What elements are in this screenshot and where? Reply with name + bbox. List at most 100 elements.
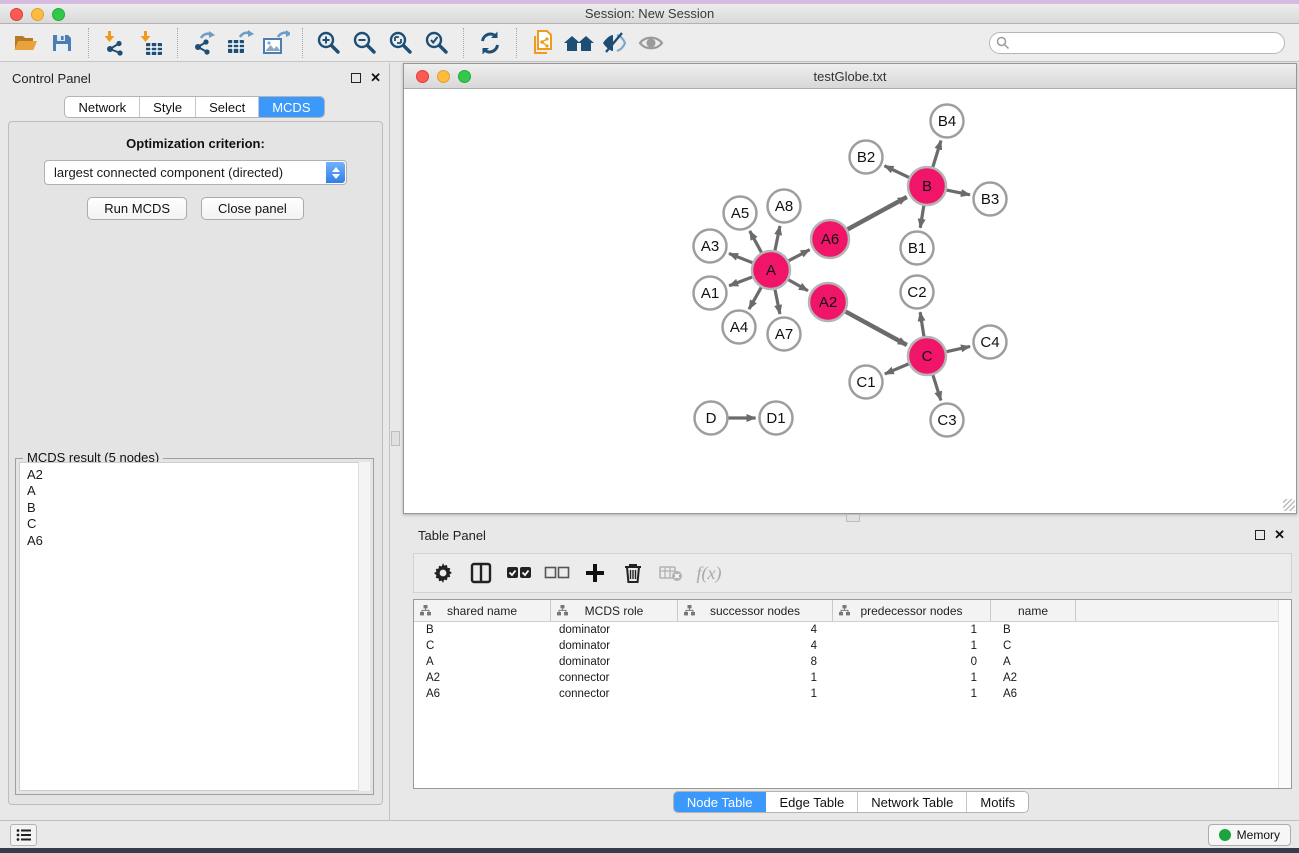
tab-motifs[interactable]: Motifs xyxy=(967,792,1028,812)
mcds-result-list[interactable]: A2ABCA6 xyxy=(19,462,370,791)
select-all-icon[interactable] xyxy=(502,558,536,588)
result-item[interactable]: A xyxy=(27,483,369,499)
zoom-selected-icon[interactable] xyxy=(419,27,455,59)
node-C3[interactable]: C3 xyxy=(931,404,964,437)
deselect-all-icon[interactable] xyxy=(540,558,574,588)
result-item[interactable]: C xyxy=(27,516,369,532)
delete-table-icon[interactable] xyxy=(654,558,688,588)
export-image-icon[interactable] xyxy=(258,27,294,59)
edge-A-A5[interactable] xyxy=(750,231,762,252)
column-header-shared-name[interactable]: shared name xyxy=(414,600,551,621)
close-window-button[interactable] xyxy=(10,8,23,21)
tab-edge-table[interactable]: Edge Table xyxy=(766,792,858,812)
tab-node-table[interactable]: Node Table xyxy=(674,792,767,812)
minimize-network-button[interactable] xyxy=(437,70,450,83)
node-B3[interactable]: B3 xyxy=(974,183,1007,216)
table-row[interactable]: Adominator80A xyxy=(414,654,1291,670)
node-A2[interactable]: A2 xyxy=(809,283,847,321)
tab-select[interactable]: Select xyxy=(196,97,259,117)
export-network-icon[interactable] xyxy=(186,27,222,59)
tab-network-table[interactable]: Network Table xyxy=(858,792,967,812)
edge-A-A7[interactable] xyxy=(775,290,780,314)
save-session-icon[interactable] xyxy=(44,27,80,59)
result-item[interactable]: A6 xyxy=(27,533,369,549)
node-B1[interactable]: B1 xyxy=(901,232,934,265)
node-B4[interactable]: B4 xyxy=(931,105,964,138)
close-network-button[interactable] xyxy=(416,70,429,83)
result-item[interactable]: A2 xyxy=(27,467,369,483)
node-C2[interactable]: C2 xyxy=(901,276,934,309)
edge-C-C3[interactable] xyxy=(933,375,941,400)
zoom-window-button[interactable] xyxy=(52,8,65,21)
edge-A6-B[interactable] xyxy=(848,197,907,229)
edge-B-B2[interactable] xyxy=(885,166,909,178)
eye-icon[interactable] xyxy=(633,27,669,59)
result-item[interactable]: B xyxy=(27,500,369,516)
eye-slash-icon[interactable] xyxy=(597,27,633,59)
edge-C-C2[interactable] xyxy=(920,312,924,336)
node-C4[interactable]: C4 xyxy=(974,326,1007,359)
table-row[interactable]: Bdominator41B xyxy=(414,622,1291,638)
edge-C-C1[interactable] xyxy=(885,364,909,374)
add-column-icon[interactable] xyxy=(578,558,612,588)
node-A6[interactable]: A6 xyxy=(811,220,849,258)
table-row[interactable]: A6connector11A6 xyxy=(414,686,1291,702)
node-A1[interactable]: A1 xyxy=(694,277,727,310)
edge-B-B3[interactable] xyxy=(947,190,970,195)
edge-A-A8[interactable] xyxy=(775,226,780,250)
edge-A-A3[interactable] xyxy=(729,254,752,263)
gear-icon[interactable] xyxy=(426,558,460,588)
edge-A-A4[interactable] xyxy=(749,287,761,309)
node-A3[interactable]: A3 xyxy=(694,230,727,263)
trash-icon[interactable] xyxy=(616,558,650,588)
table-row[interactable]: Cdominator41C xyxy=(414,638,1291,654)
edge-B-B1[interactable] xyxy=(920,206,924,228)
node-A8[interactable]: A8 xyxy=(768,190,801,223)
criterion-dropdown[interactable]: largest connected component (directed) xyxy=(44,160,347,185)
zoom-fit-icon[interactable] xyxy=(383,27,419,59)
duplicate-network-icon[interactable] xyxy=(525,27,561,59)
node-A[interactable]: A xyxy=(752,251,790,289)
close-panel-button[interactable]: Close panel xyxy=(201,197,304,220)
node-A7[interactable]: A7 xyxy=(768,318,801,351)
network-canvas[interactable]: B4 B2 B B3 A8 A5 A6 A3 B1 A A1 C2 A2 A4 A7 C4 C C1 C3 D D1 xyxy=(404,89,1296,512)
function-icon[interactable]: f(x) xyxy=(692,558,726,588)
columns-icon[interactable] xyxy=(464,558,498,588)
node-B[interactable]: B xyxy=(908,167,946,205)
refresh-icon[interactable] xyxy=(472,27,508,59)
node-B2[interactable]: B2 xyxy=(850,141,883,174)
node-A4[interactable]: A4 xyxy=(723,311,756,344)
column-header-MCDS-role[interactable]: MCDS role xyxy=(551,600,678,621)
tab-mcds[interactable]: MCDS xyxy=(259,97,323,117)
home-icon[interactable] xyxy=(561,27,597,59)
node-A5[interactable]: A5 xyxy=(724,197,757,230)
zoom-out-icon[interactable] xyxy=(347,27,383,59)
column-header-name[interactable]: name xyxy=(991,600,1076,621)
column-header-predecessor-nodes[interactable]: predecessor nodes xyxy=(833,600,991,621)
column-header-successor-nodes[interactable]: successor nodes xyxy=(678,600,833,621)
import-table-icon[interactable] xyxy=(133,27,169,59)
search-input[interactable] xyxy=(989,32,1285,54)
import-network-icon[interactable] xyxy=(97,27,133,59)
float-table-panel-icon[interactable] xyxy=(1255,530,1265,540)
edge-C-C4[interactable] xyxy=(947,346,970,351)
tab-style[interactable]: Style xyxy=(140,97,196,117)
edge-A-A6[interactable] xyxy=(789,250,810,261)
memory-button[interactable]: Memory xyxy=(1208,824,1291,846)
zoom-network-button[interactable] xyxy=(458,70,471,83)
node-C1[interactable]: C1 xyxy=(850,366,883,399)
node-C[interactable]: C xyxy=(908,337,946,375)
node-D[interactable]: D xyxy=(695,402,728,435)
minimize-window-button[interactable] xyxy=(31,8,44,21)
float-panel-icon[interactable] xyxy=(351,73,361,83)
edge-A-A2[interactable] xyxy=(788,280,808,291)
edge-A-A1[interactable] xyxy=(729,277,752,286)
close-panel-icon[interactable]: ✕ xyxy=(370,71,381,84)
task-history-button[interactable] xyxy=(10,824,37,846)
export-table-icon[interactable] xyxy=(222,27,258,59)
edge-B-B4[interactable] xyxy=(933,141,941,167)
table-scrollbar[interactable] xyxy=(1278,600,1291,788)
resize-grip-icon[interactable] xyxy=(1283,499,1295,511)
result-list-scrollbar[interactable] xyxy=(358,462,370,791)
node-D1[interactable]: D1 xyxy=(760,402,793,435)
